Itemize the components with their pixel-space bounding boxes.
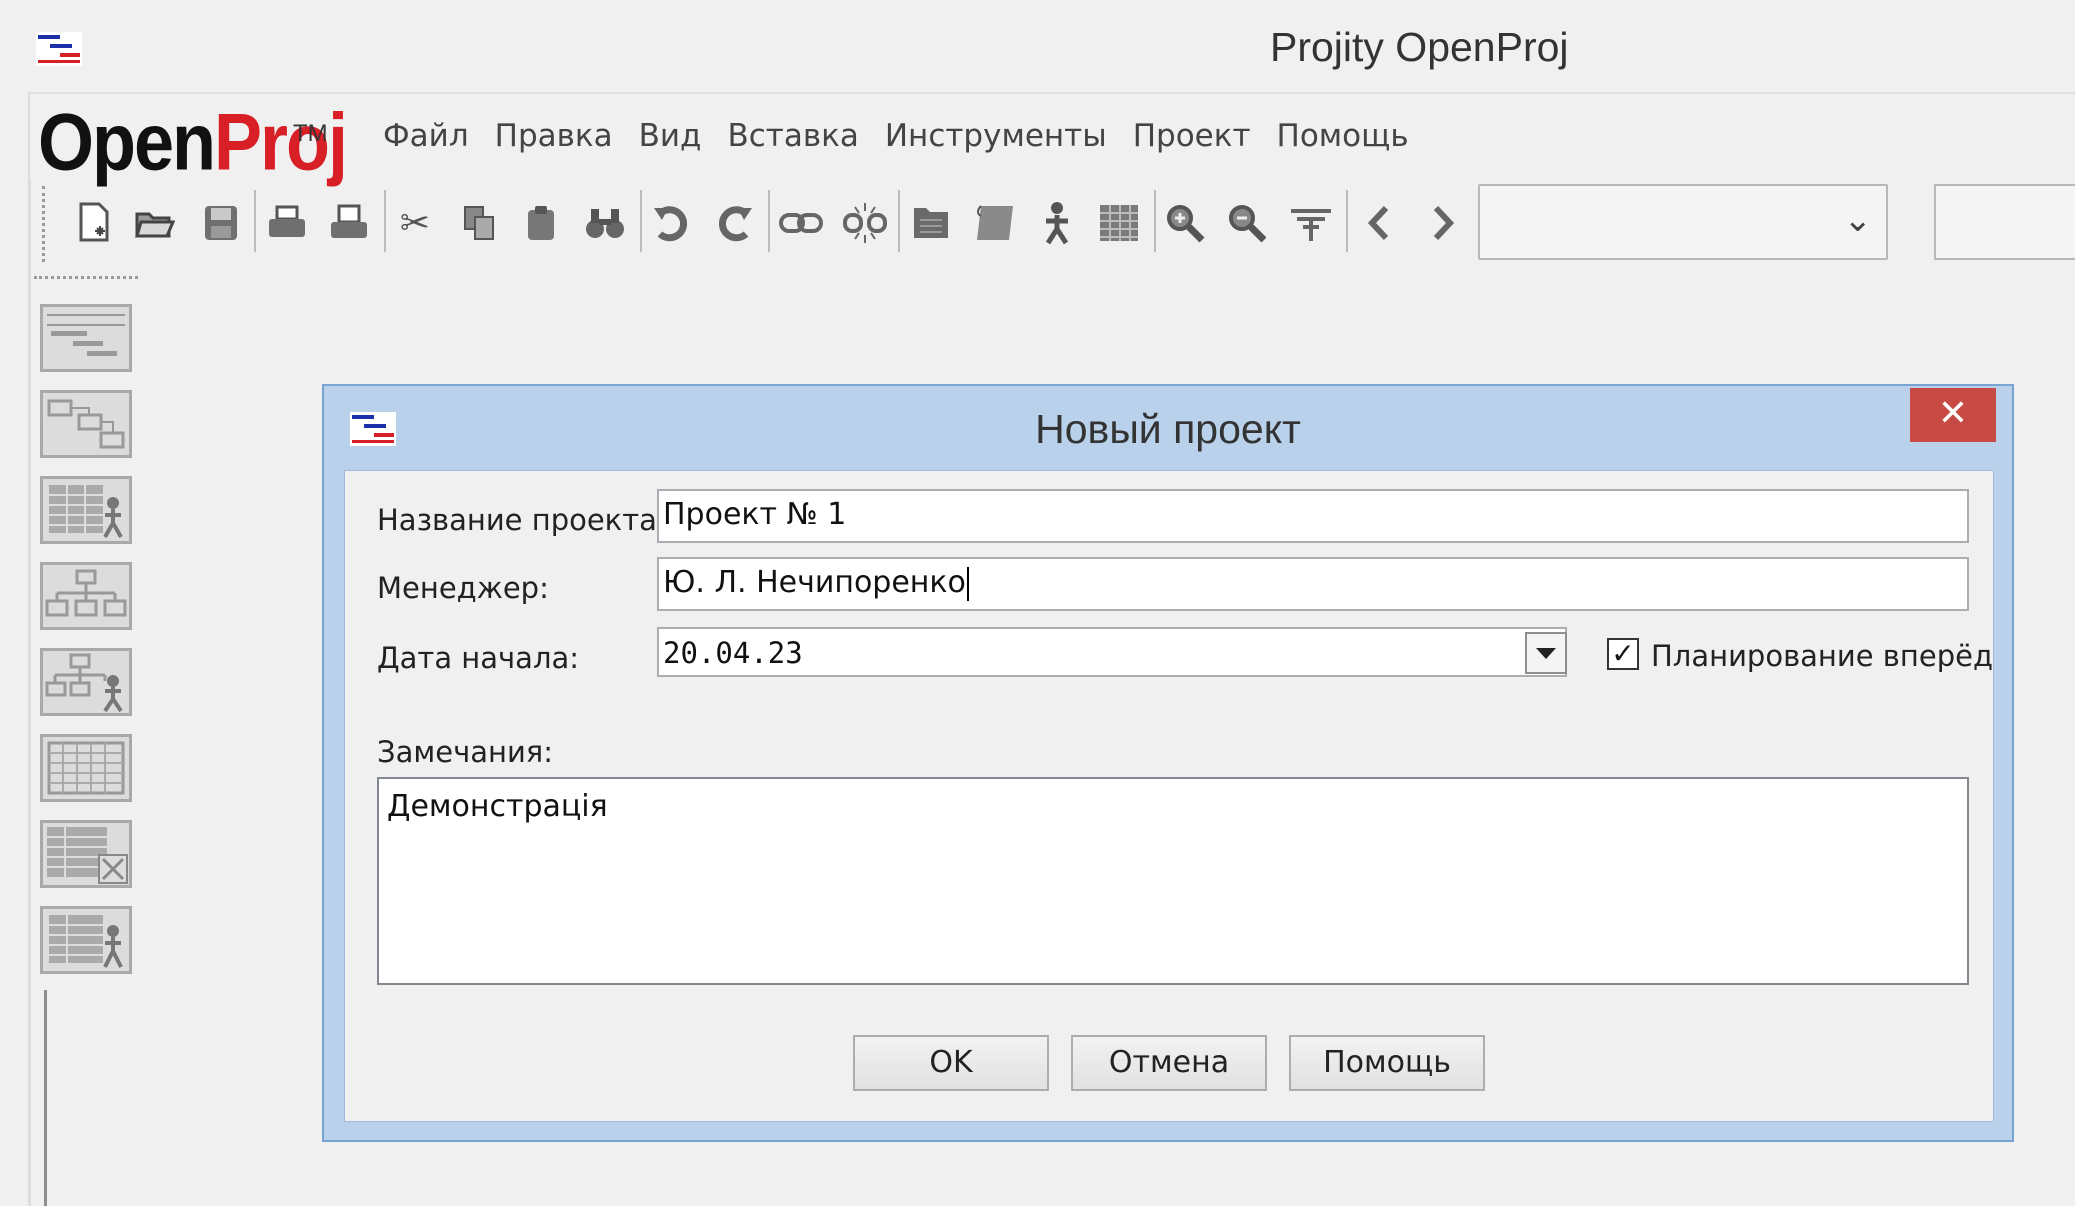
main-menu: Файл Правка Вид Вставка Инструменты Прое… — [383, 118, 1409, 154]
cancel-button[interactable]: Отмена — [1071, 1035, 1267, 1091]
project-name-input[interactable]: Проект № 1 — [657, 489, 1969, 543]
undo-icon[interactable] — [646, 196, 696, 250]
close-icon: ✕ — [1937, 393, 1969, 434]
close-button[interactable]: ✕ — [1910, 388, 1996, 442]
manager-label: Менеджер: — [377, 571, 549, 605]
print-icon[interactable] — [262, 196, 312, 250]
text-cursor — [966, 566, 969, 601]
assign-resources-icon[interactable] — [1032, 196, 1082, 250]
notes-label: Замечания: — [377, 735, 554, 769]
zoom-out-icon[interactable] — [1222, 196, 1272, 250]
resource-usage-view-icon[interactable] — [40, 476, 132, 544]
new-project-icon[interactable] — [70, 196, 120, 250]
openproj-logo: OpenProj TM — [38, 98, 348, 188]
project-name-value: Проект № 1 — [663, 497, 847, 532]
forward-scheduling-checkbox[interactable]: ✓ — [1607, 638, 1639, 670]
menu-tools[interactable]: Инструменты — [885, 118, 1107, 154]
notes-value: Демонстрація — [387, 789, 608, 824]
filter-select[interactable] — [1934, 184, 2075, 260]
start-date-value: 20.04.23 — [663, 636, 803, 670]
toolbar-divider — [34, 276, 138, 279]
print-preview-icon[interactable] — [324, 196, 374, 250]
calendar-icon[interactable] — [1094, 196, 1144, 250]
toolbar-grip[interactable] — [42, 186, 46, 262]
toolbar-separator — [1154, 190, 1156, 252]
rbs-view-icon[interactable] — [40, 648, 132, 716]
menu-file[interactable]: Файл — [383, 118, 469, 154]
title-bar: Projity OpenProj — [0, 0, 2075, 96]
paste-icon[interactable] — [516, 196, 566, 250]
redo-icon[interactable] — [710, 196, 760, 250]
window-title: Projity OpenProj — [1270, 24, 1569, 70]
toolbar-separator — [1346, 190, 1348, 252]
dialog-body: Название проекта: Проект № 1 Менеджер: Ю… — [344, 470, 1994, 1122]
ok-button[interactable]: OK — [853, 1035, 1049, 1091]
project-name-label: Название проекта: — [377, 503, 667, 537]
openproj-app-icon — [36, 32, 82, 66]
task-usage-view-icon[interactable] — [40, 734, 132, 802]
link-icon[interactable] — [776, 196, 826, 250]
copy-icon[interactable] — [454, 196, 504, 250]
filter-icon[interactable] — [1286, 196, 1336, 250]
scroll-left-icon[interactable] — [1354, 196, 1404, 250]
toolbar-separator — [768, 190, 770, 252]
network-view-icon[interactable] — [40, 390, 132, 458]
start-date-label: Дата начала: — [377, 641, 580, 675]
wbs-view-icon[interactable] — [40, 562, 132, 630]
save-icon[interactable] — [196, 196, 246, 250]
notes-icon[interactable] — [970, 196, 1020, 250]
zoom-in-icon[interactable] — [1160, 196, 1210, 250]
report-view-icon[interactable] — [40, 820, 132, 888]
toolbar-separator — [384, 190, 386, 252]
unlink-icon[interactable] — [840, 196, 890, 250]
toolbar-separator — [898, 190, 900, 252]
sidebar-splitter[interactable] — [44, 990, 47, 1206]
manager-input[interactable]: Ю. Л. Нечипоренко — [657, 557, 1969, 611]
scroll-right-icon[interactable] — [1418, 196, 1468, 250]
help-button[interactable]: Помощь — [1289, 1035, 1485, 1091]
manager-value: Ю. Л. Нечипоренко — [663, 565, 966, 600]
chevron-down-icon: ⌄ — [1843, 200, 1873, 240]
cut-icon[interactable]: ✂ — [390, 196, 440, 250]
dialog-title: Новый проект — [1035, 406, 1301, 452]
view-select[interactable]: ⌄ — [1478, 184, 1888, 260]
new-project-dialog: Новый проект ✕ Название проекта: Проект … — [322, 384, 2014, 1142]
start-date-input[interactable]: 20.04.23 — [657, 627, 1567, 677]
dropdown-arrow-icon — [1536, 647, 1556, 659]
menu-edit[interactable]: Правка — [495, 118, 613, 154]
menu-view[interactable]: Вид — [639, 118, 702, 154]
notes-textarea[interactable]: Демонстрація — [377, 777, 1969, 985]
menu-project[interactable]: Проект — [1133, 118, 1251, 154]
forward-scheduling-label: Планирование вперёд — [1651, 639, 1993, 673]
gantt-view-icon[interactable] — [40, 304, 132, 372]
menu-help[interactable]: Помощь — [1277, 118, 1409, 154]
resource-view-icon[interactable] — [40, 906, 132, 974]
task-info-icon[interactable] — [906, 196, 956, 250]
date-dropdown-button[interactable] — [1525, 632, 1567, 674]
window-left-border — [28, 92, 31, 1206]
menu-insert[interactable]: Вставка — [728, 118, 859, 154]
open-icon[interactable] — [130, 196, 180, 250]
toolbar-separator — [254, 190, 256, 252]
find-icon[interactable] — [580, 196, 630, 250]
toolbar-separator — [640, 190, 642, 252]
